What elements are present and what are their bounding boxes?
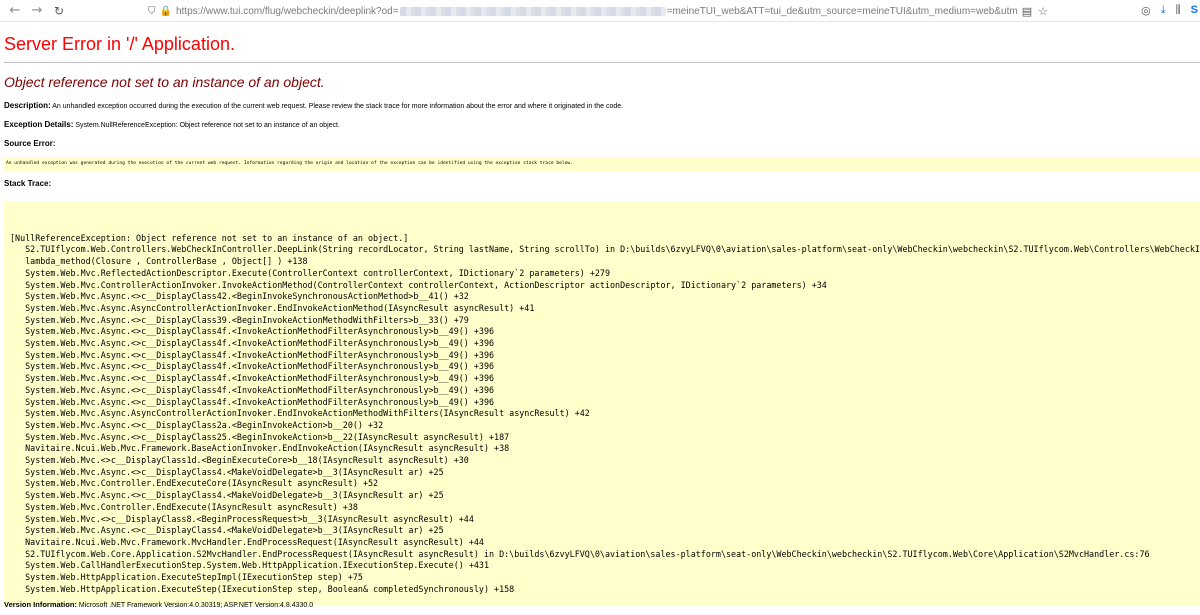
stack-trace-label: Stack Trace: [4,179,52,188]
error-subtitle: Object reference not set to an instance … [4,74,325,90]
exception-details-text: System.NullReferenceException: Object re… [75,122,340,129]
reader-view-icon[interactable]: ▤ [1022,5,1032,18]
error-page: Server Error in '/' Application. Object … [0,32,1200,605]
url-text-start: https://www.tui.com/flug/webcheckin/deep… [175,5,399,17]
pocket-icon[interactable]: ◎ [1141,4,1151,17]
download-icon[interactable]: ⤓ [1161,3,1166,17]
page-title: Server Error in '/' Application. [4,34,235,54]
forward-arrow-icon[interactable]: → [26,1,48,21]
description-line: Description: An unhandled exception occu… [4,101,1196,112]
lock-icon[interactable]: 🔒 [160,6,172,17]
description-label: Description: [4,101,51,110]
source-error-label: Source Error: [4,139,56,148]
url-text-end: =meineTUI_web&ATT=tui_de&utm_source=mein… [666,5,1018,17]
source-error-box: An unhandled exception was generated dur… [4,157,1200,171]
source-error-text: An unhandled exception was generated dur… [6,161,573,166]
stack-trace-text: [NullReferenceException: Object referenc… [10,232,1200,594]
title-divider [4,62,1200,63]
bookmark-star-icon[interactable]: ☆ [1038,5,1048,18]
stack-trace-box: [NullReferenceException: Object referenc… [4,201,1200,605]
version-text: Microsoft .NET Framework Version:4.0.303… [78,602,314,609]
version-label: Version Information: [4,600,77,609]
reload-icon[interactable]: ↻ [48,1,70,21]
browser-toolbar: ← → ↻ ⛉ 🔒 https://www.tui.com/flug/webch… [0,0,1200,22]
description-text: An unhandled exception occurred during t… [52,103,624,110]
address-bar[interactable]: ⛉ 🔒 https://www.tui.com/flug/webcheckin/… [148,2,1048,20]
shield-icon[interactable]: ⛉ [148,6,156,17]
exception-details-line: Exception Details: System.NullReferenceE… [4,120,1196,131]
exception-details-label: Exception Details: [4,120,74,129]
back-arrow-icon[interactable]: ← [4,1,26,21]
version-information: Version Information: Microsoft .NET Fram… [4,600,313,609]
account-icon[interactable]: S [1191,4,1198,16]
library-icon[interactable]: ⫼ [1176,3,1181,17]
url-redacted-segment [399,6,666,16]
